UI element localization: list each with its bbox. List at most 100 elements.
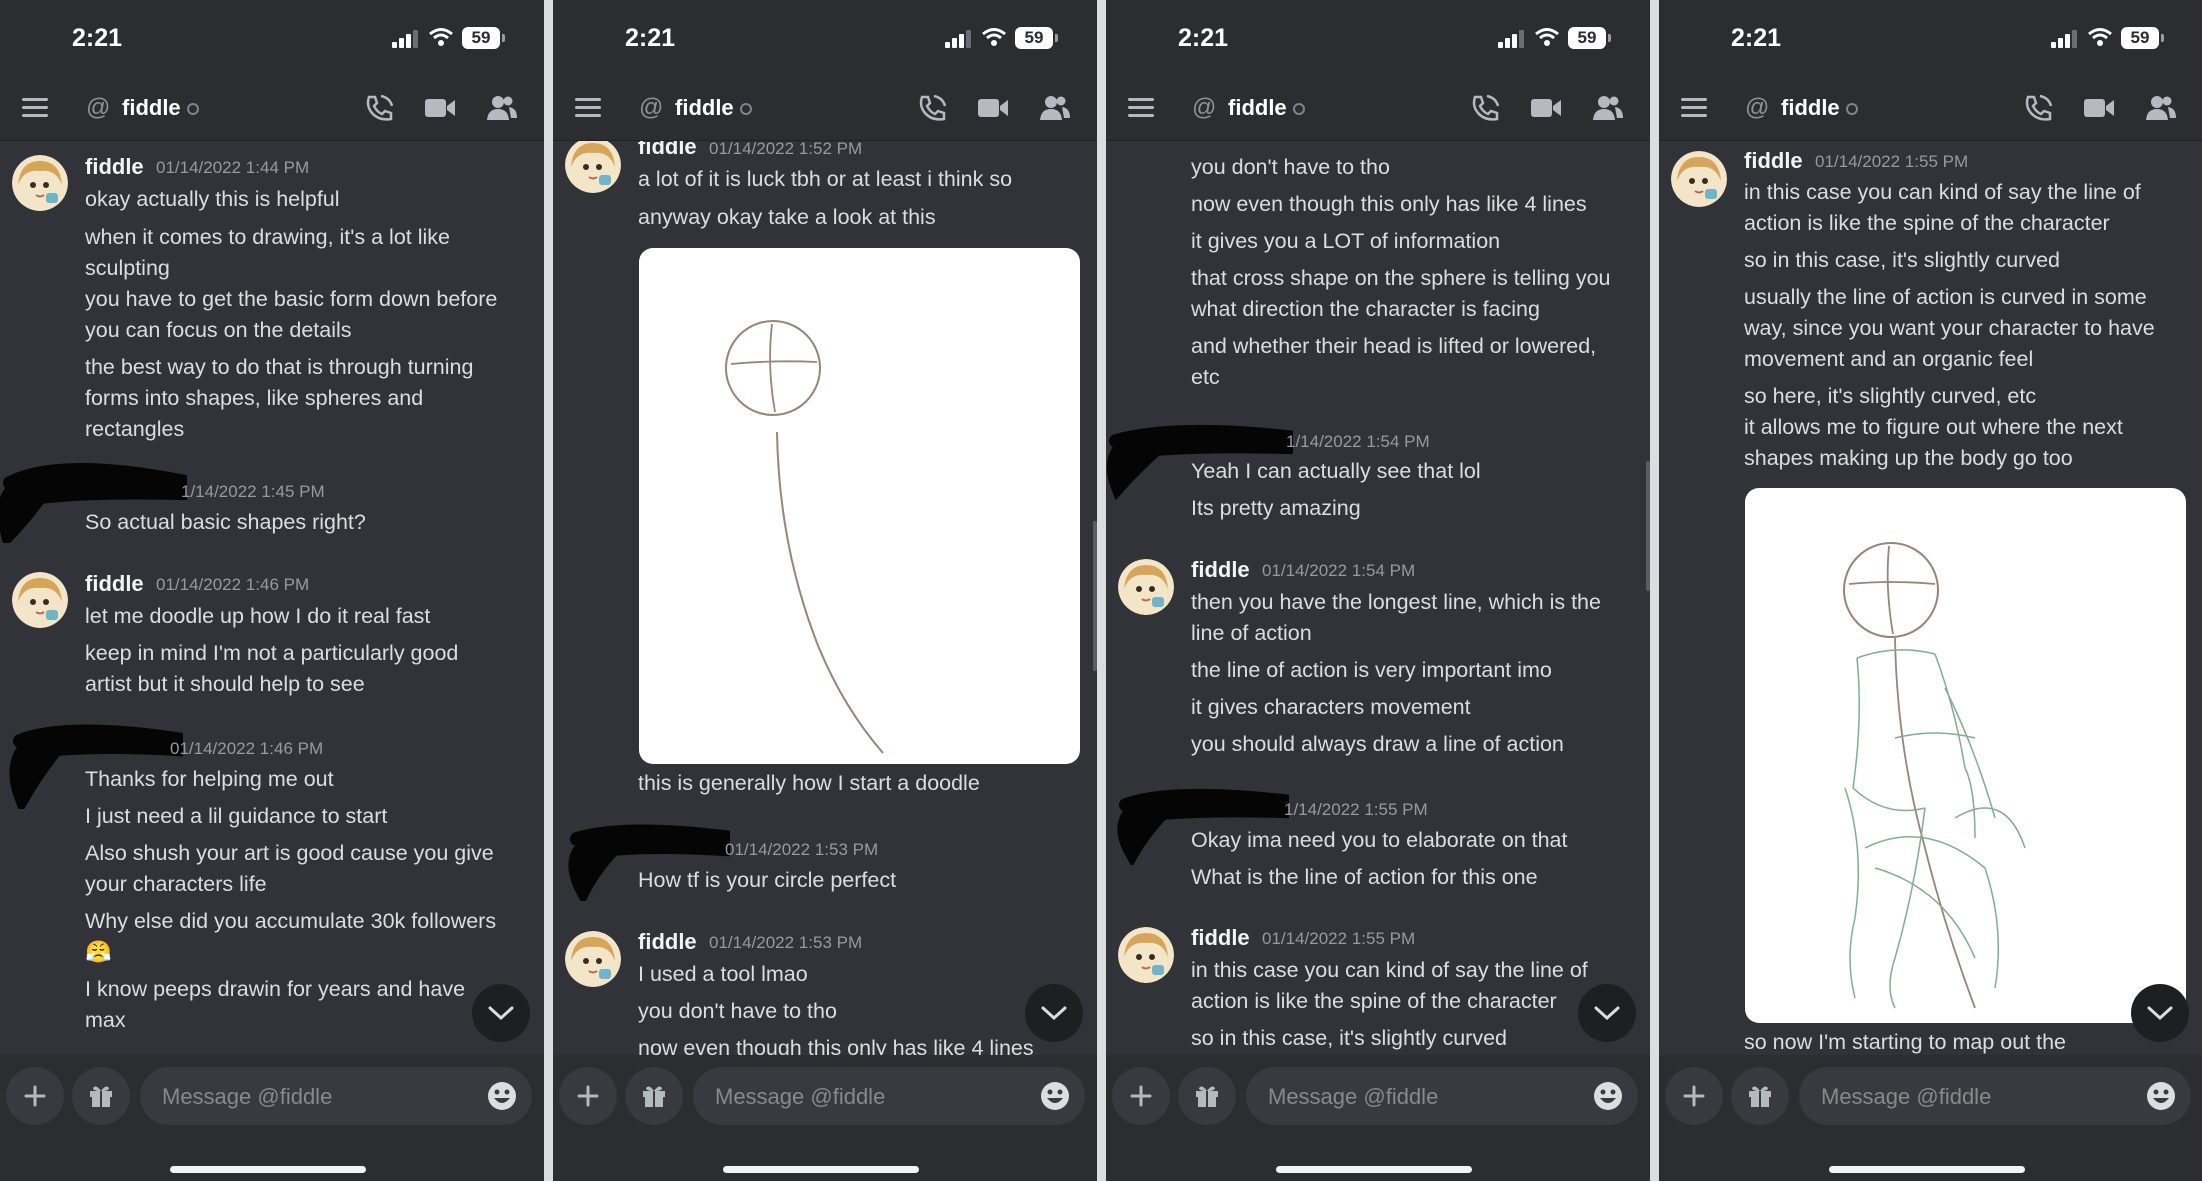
home-indicator[interactable]: [1829, 1166, 2025, 1173]
message-author[interactable]: fiddle: [1191, 925, 1250, 951]
hamburger-icon[interactable]: [575, 98, 601, 118]
message-line: I know peeps drawin for years and have: [85, 977, 466, 1001]
hamburger-icon[interactable]: [1128, 98, 1154, 118]
message-line: Also shush your art is good cause you gi…: [85, 841, 494, 865]
status-offline-icon: [186, 103, 199, 116]
hamburger-icon[interactable]: [1681, 98, 1707, 118]
message-author[interactable]: fiddle: [638, 929, 697, 955]
avatar[interactable]: [1118, 927, 1174, 983]
doodle-attachment[interactable]: [639, 248, 1080, 764]
message-input[interactable]: [713, 1067, 1037, 1127]
chevron-down-icon: [488, 1006, 514, 1021]
message-timestamp: 01/14/2022 1:53 PM: [725, 840, 879, 859]
message-line: way, since you want your character to ha…: [1744, 316, 2155, 340]
video-icon[interactable]: [1530, 96, 1562, 120]
phone-icon[interactable]: [2023, 94, 2053, 122]
members-icon[interactable]: [1039, 94, 1071, 122]
message-input[interactable]: [160, 1067, 484, 1127]
jump-to-present-button[interactable]: [1578, 984, 1636, 1042]
gift-button[interactable]: [625, 1067, 683, 1125]
phone-icon[interactable]: [917, 94, 947, 122]
chevron-down-icon: [2147, 1006, 2173, 1021]
avatar[interactable]: [565, 931, 621, 987]
message-line: so in this case, it's slightly curved: [1191, 1026, 1507, 1050]
message-author[interactable]: fiddle: [85, 154, 144, 180]
attach-button[interactable]: [559, 1067, 617, 1125]
jump-to-present-button[interactable]: [1025, 984, 1083, 1042]
dm-title[interactable]: fiddle: [122, 95, 199, 121]
message-line: max: [85, 1008, 126, 1032]
home-indicator[interactable]: [723, 1166, 919, 1173]
home-indicator[interactable]: [1276, 1166, 1472, 1173]
avatar[interactable]: [12, 155, 68, 211]
dm-title[interactable]: fiddle: [1228, 95, 1305, 121]
phone-icon[interactable]: [1470, 94, 1500, 122]
dm-title[interactable]: fiddle: [675, 95, 752, 121]
scrollbar[interactable]: [1646, 461, 1650, 591]
message-line: rectangles: [85, 417, 185, 441]
scrollbar[interactable]: [1093, 521, 1097, 671]
message-timestamp: 01/14/2022 1:46 PM: [156, 575, 310, 594]
gift-button[interactable]: [1178, 1067, 1236, 1125]
plus-icon: [1130, 1085, 1152, 1107]
dm-header: @ fiddle: [0, 76, 544, 141]
avatar[interactable]: [565, 141, 621, 193]
phone-icon[interactable]: [364, 94, 394, 122]
emoji-icon[interactable]: [1039, 1080, 1071, 1112]
message-author[interactable]: fiddle: [638, 141, 697, 160]
hamburger-icon[interactable]: [22, 98, 48, 118]
members-icon[interactable]: [2145, 94, 2177, 122]
message-line: you have to get the basic form down befo…: [85, 287, 498, 311]
message-list[interactable]: you don't have to tho now even though th…: [1106, 141, 1650, 1055]
message-line: it allows me to figure out where the nex…: [1744, 415, 2123, 439]
message-author[interactable]: fiddle: [1744, 148, 1803, 174]
message-author[interactable]: fiddle: [1191, 557, 1250, 583]
avatar[interactable]: [1671, 151, 1727, 207]
message-author[interactable]: fiddle: [85, 571, 144, 597]
message-field[interactable]: [1799, 1067, 2191, 1127]
attach-button[interactable]: [1112, 1067, 1170, 1125]
message-line: Thanks for helping me out: [85, 767, 334, 791]
emoji-icon[interactable]: [2145, 1080, 2177, 1112]
jump-to-present-button[interactable]: [2131, 984, 2189, 1042]
message-list[interactable]: fiddle 01/14/2022 1:44 PM okay actually …: [0, 141, 544, 1055]
signal-icon: [392, 30, 418, 48]
avatar[interactable]: [12, 572, 68, 628]
message-line: in this case you can kind of say the lin…: [1191, 958, 1588, 982]
message-line: let me doodle up how I do it real fast: [85, 604, 431, 628]
message-input[interactable]: [1819, 1067, 2143, 1127]
dm-name: fiddle: [1228, 95, 1287, 120]
message-field[interactable]: [140, 1067, 532, 1127]
members-icon[interactable]: [1592, 94, 1624, 122]
gift-button[interactable]: [72, 1067, 130, 1125]
jump-to-present-button[interactable]: [472, 984, 530, 1042]
emoji-icon[interactable]: [486, 1080, 518, 1112]
gift-button[interactable]: [1731, 1067, 1789, 1125]
status-time: 2:21: [1178, 24, 1229, 52]
battery-icon: 59: [2121, 27, 2164, 49]
status-offline-icon: [1845, 103, 1858, 116]
message-line: you can focus on the details: [85, 318, 352, 342]
attach-button[interactable]: [1665, 1067, 1723, 1125]
message-line: when it comes to drawing, it's a lot lik…: [85, 225, 450, 249]
attach-button[interactable]: [6, 1067, 64, 1125]
message-field[interactable]: [1246, 1067, 1638, 1127]
avatar[interactable]: [1118, 559, 1174, 615]
dm-title[interactable]: fiddle: [1781, 95, 1858, 121]
video-icon[interactable]: [2083, 96, 2115, 120]
video-icon[interactable]: [977, 96, 1009, 120]
doodle-attachment[interactable]: [1745, 488, 2186, 1023]
video-icon[interactable]: [424, 96, 456, 120]
emoji-icon[interactable]: [1592, 1080, 1624, 1112]
message-list[interactable]: fiddle 01/14/2022 1:52 PM a lot of it is…: [553, 141, 1097, 1055]
home-indicator[interactable]: [170, 1166, 366, 1173]
message-list[interactable]: fiddle 01/14/2022 1:55 PM in this case y…: [1659, 141, 2202, 1055]
at-symbol: @: [1192, 94, 1217, 121]
message-timestamp: 1/14/2022 1:54 PM: [1286, 432, 1430, 451]
message-timestamp: 1/14/2022 1:55 PM: [1284, 800, 1428, 819]
members-icon[interactable]: [486, 94, 518, 122]
plus-icon: [1683, 1085, 1705, 1107]
message-input[interactable]: [1266, 1067, 1590, 1127]
message-field[interactable]: [693, 1067, 1085, 1127]
status-time: 2:21: [1731, 24, 1782, 52]
